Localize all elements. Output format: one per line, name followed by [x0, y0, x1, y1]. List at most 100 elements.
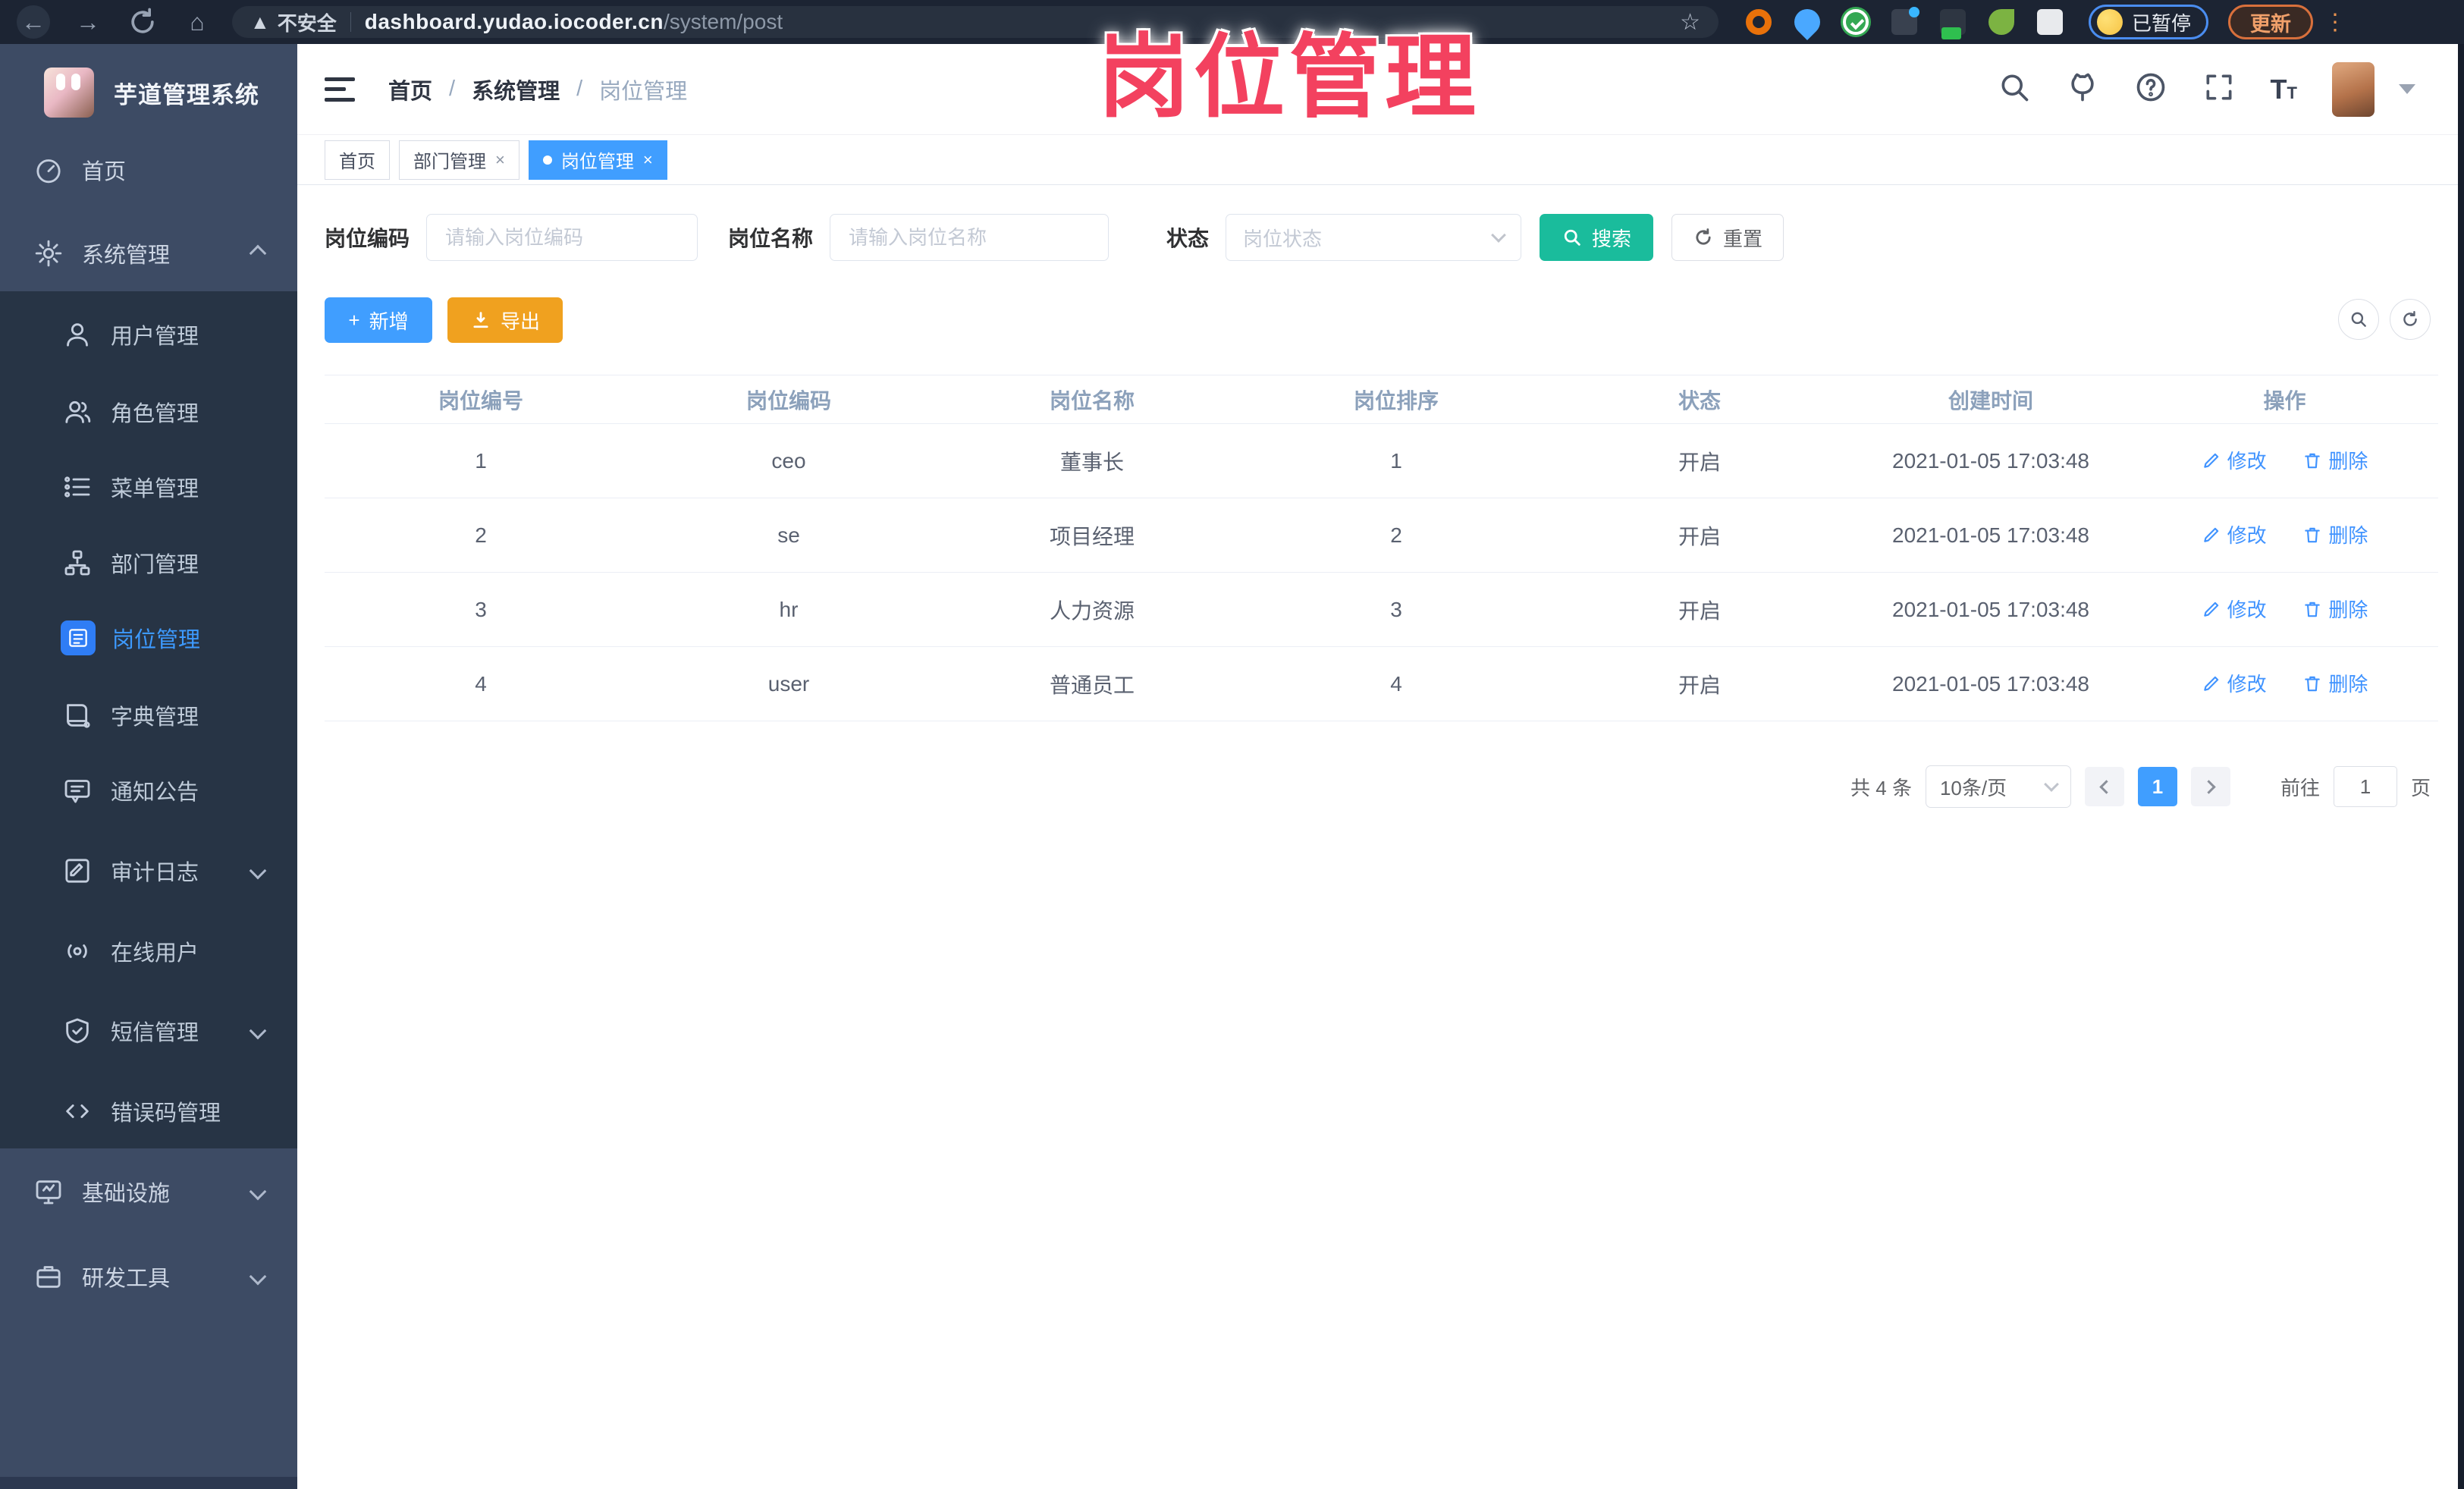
sidebar-item-label: 用户管理: [111, 325, 199, 349]
extension-sprout-icon[interactable]: [1988, 9, 2014, 35]
security-label[interactable]: 不安全: [278, 8, 337, 36]
trash-icon: [2305, 676, 2321, 692]
sidebar-item-error-codes[interactable]: 错误码管理: [0, 1073, 297, 1149]
page-size-select[interactable]: 10条/页: [1925, 765, 2071, 808]
sidebar-item-system[interactable]: 系统管理: [0, 215, 297, 291]
cell-code: se: [637, 498, 940, 573]
column-header: 岗位排序: [1244, 375, 1549, 424]
help-icon[interactable]: [2134, 71, 2167, 108]
page-number-active[interactable]: 1: [2137, 767, 2177, 806]
extension-gray-icon[interactable]: [1891, 7, 1919, 35]
menu-list-icon: [61, 470, 94, 504]
cell-id: 4: [325, 646, 637, 721]
breadcrumb-system[interactable]: 系统管理: [472, 74, 560, 105]
delete-link[interactable]: 删除: [2302, 669, 2368, 697]
sidebar-item-notices[interactable]: 通知公告: [0, 752, 297, 828]
extensions-puzzle-icon[interactable]: [2037, 9, 2063, 35]
post-name-input[interactable]: [830, 214, 1110, 261]
caret-down-icon[interactable]: [2399, 84, 2415, 94]
infra-monitor-icon: [32, 1175, 65, 1208]
cell-created: 2021-01-05 17:03:48: [1850, 572, 2131, 647]
sidebar-item-dev-tools[interactable]: 研发工具: [0, 1239, 297, 1315]
url-bar[interactable]: ▲ 不安全 dashboard.yudao.iocoder.cn /system…: [232, 6, 1719, 38]
tab-home[interactable]: 首页: [325, 140, 390, 180]
filter-form: 岗位编码 岗位名称 状态 岗位状态 搜索 重置: [325, 214, 2431, 261]
delete-link[interactable]: 删除: [2302, 446, 2368, 474]
sidebar-item-label: 岗位管理: [112, 628, 201, 652]
sidebar-item-sms[interactable]: 短信管理: [0, 993, 297, 1069]
fullscreen-icon[interactable]: [2202, 71, 2236, 108]
sidebar-item-label: 在线用户: [111, 941, 199, 966]
tab-departments[interactable]: 部门管理 ×: [399, 140, 519, 180]
cell-created: 2021-01-05 17:03:48: [1850, 423, 2131, 498]
sidebar-item-dict[interactable]: 字典管理: [0, 677, 297, 753]
sidebar-item-roles[interactable]: 角色管理: [0, 374, 297, 450]
toggle-search-button[interactable]: [2338, 299, 2379, 340]
table-row: 1 ceo 董事长 1 开启 2021-01-05 17:03:48 修改 删除: [325, 423, 2438, 498]
edit-link[interactable]: 修改: [2202, 446, 2267, 474]
home-icon[interactable]: ⌂: [180, 5, 214, 39]
profile-paused-badge[interactable]: 已暂停: [2089, 5, 2209, 39]
posts-table: 岗位编号 岗位编码 岗位名称 岗位排序 状态 创建时间 操作 1 ceo 董事长: [325, 375, 2438, 721]
post-code-input[interactable]: [426, 214, 698, 261]
breadcrumb-home[interactable]: 首页: [388, 74, 432, 105]
sidebar-item-posts[interactable]: 岗位管理: [0, 600, 297, 676]
kebab-menu-icon[interactable]: ⋮: [2324, 9, 2346, 36]
sidebar-item-departments[interactable]: 部门管理: [0, 525, 297, 601]
cell-actions: 修改 删除: [2131, 572, 2438, 647]
add-button[interactable]: + 新增: [325, 297, 432, 343]
sidebar-bottom-strip: [0, 1477, 297, 1489]
cell-code: user: [637, 646, 940, 721]
search-button[interactable]: 搜索: [1540, 214, 1654, 261]
url-path[interactable]: /system/post: [664, 10, 783, 34]
sidebar-logo-row[interactable]: 芋道管理系统: [0, 55, 297, 130]
edit-link[interactable]: 修改: [2202, 520, 2267, 548]
search-icon[interactable]: [1998, 71, 2031, 108]
close-icon[interactable]: ×: [495, 150, 505, 170]
sidebar-item-home[interactable]: 首页: [0, 132, 297, 208]
forward-icon[interactable]: →: [71, 5, 105, 39]
reset-button[interactable]: 重置: [1671, 214, 1784, 261]
user-icon: [61, 318, 94, 351]
audit-log-icon: [61, 854, 94, 887]
edit-link[interactable]: 修改: [2202, 669, 2267, 697]
close-icon[interactable]: ×: [643, 150, 653, 170]
extension-orange-ring-icon[interactable]: [1746, 9, 1772, 35]
hamburger-icon[interactable]: [325, 77, 355, 102]
active-dot-icon: [542, 155, 552, 165]
url-domain[interactable]: dashboard.yudao.iocoder.cn: [365, 10, 664, 34]
download-icon: [473, 312, 488, 328]
next-page-button[interactable]: [2190, 767, 2230, 806]
refresh-table-button[interactable]: [2390, 299, 2431, 340]
edit-link[interactable]: 修改: [2202, 595, 2267, 623]
tab-posts[interactable]: 岗位管理 ×: [528, 140, 667, 180]
chevron-down-icon: [249, 1183, 267, 1201]
sidebar-item-audit-log[interactable]: 审计日志: [0, 833, 297, 909]
sidebar-item-infrastructure[interactable]: 基础设施: [0, 1154, 297, 1230]
extension-gif-icon[interactable]: [1940, 9, 1966, 39]
extension-blue-drop-icon[interactable]: [1788, 3, 1826, 41]
export-button[interactable]: 导出: [447, 297, 563, 343]
dashboard-icon: [32, 153, 65, 187]
delete-link[interactable]: 删除: [2302, 520, 2368, 548]
breadcrumb-current: 岗位管理: [599, 79, 688, 104]
avatar[interactable]: [2332, 61, 2375, 117]
extension-green-check-icon[interactable]: [1843, 9, 1869, 35]
sidebar-item-online-users[interactable]: 在线用户: [0, 913, 297, 989]
reload-icon[interactable]: [126, 5, 159, 39]
goto-page-input[interactable]: [2333, 766, 2397, 807]
cell-status: 开启: [1549, 572, 1850, 647]
github-icon[interactable]: [2066, 71, 2099, 108]
update-button[interactable]: 更新: [2228, 5, 2314, 39]
delete-link[interactable]: 删除: [2302, 595, 2368, 623]
export-button-label: 导出: [500, 309, 540, 333]
chevron-down-icon: [2044, 777, 2059, 792]
sidebar-item-users[interactable]: 用户管理: [0, 297, 297, 372]
prev-page-button[interactable]: [2084, 767, 2124, 806]
status-select[interactable]: 岗位状态: [1226, 214, 1522, 261]
font-size-icon[interactable]: TT: [2271, 74, 2297, 105]
sidebar-item-menus[interactable]: 菜单管理: [0, 449, 297, 525]
bookmark-star-icon[interactable]: ☆: [1680, 9, 1700, 36]
column-header: 状态: [1549, 375, 1850, 424]
back-icon[interactable]: ←: [17, 5, 50, 39]
